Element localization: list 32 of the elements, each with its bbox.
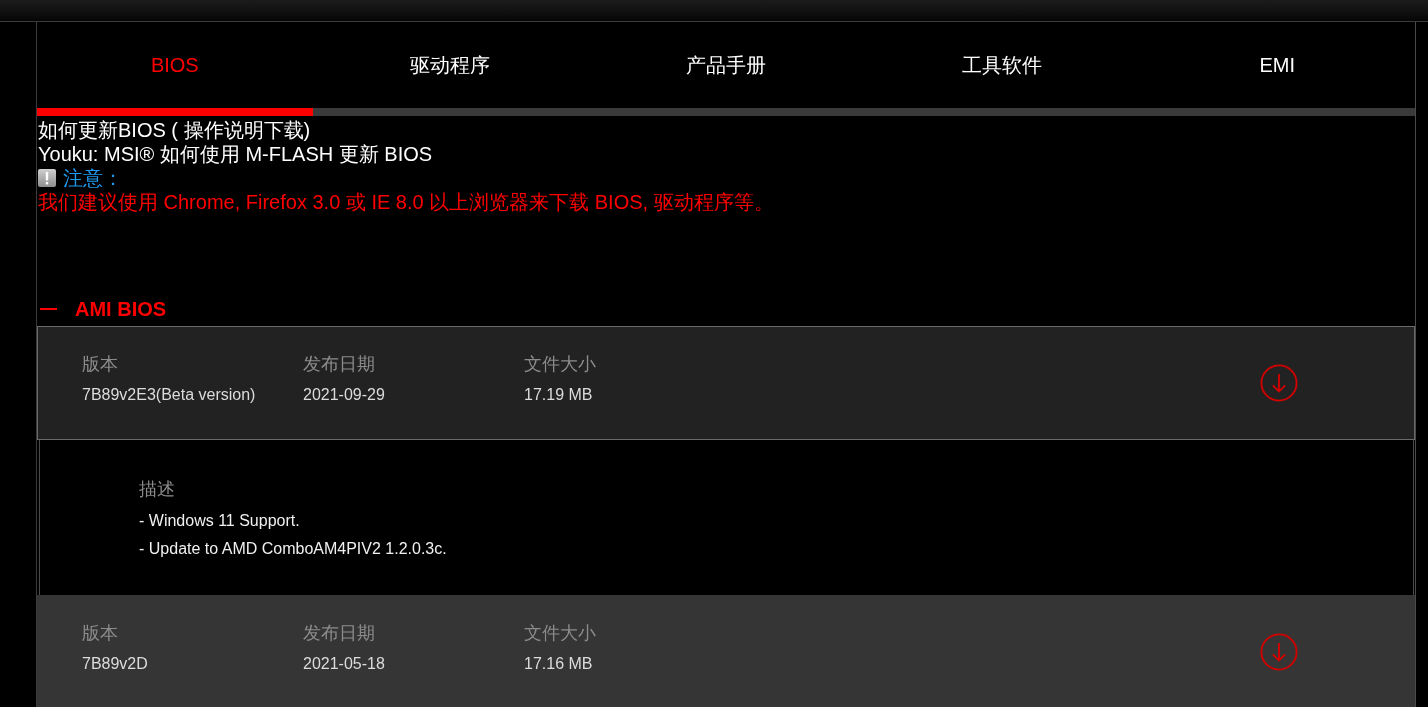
section-title[interactable]: AMI BIOS bbox=[75, 297, 167, 321]
notice-title: 注意： bbox=[63, 166, 123, 190]
help-link[interactable]: 如何更新BIOS ( 操作说明下载) bbox=[38, 118, 311, 142]
warning-icon bbox=[38, 169, 56, 187]
help-link[interactable]: Youku: MSI® 如何使用 M-FLASH 更新 BIOS bbox=[38, 142, 433, 166]
download-button[interactable] bbox=[1260, 364, 1298, 402]
download-button[interactable] bbox=[1260, 633, 1298, 671]
tab[interactable]: 工具软件 bbox=[863, 22, 1140, 108]
field-label: 版本 bbox=[82, 353, 118, 376]
field-label: 文件大小 bbox=[524, 353, 596, 376]
download-icon bbox=[1260, 364, 1298, 402]
description-line: - Update to AMD ComboAM4PIV2 1.2.0.3c. bbox=[139, 539, 447, 559]
download-icon bbox=[1260, 633, 1298, 671]
field-label: 发布日期 bbox=[303, 353, 375, 376]
field-value: 2021-05-18 bbox=[303, 654, 385, 674]
field-value: 7B89v2E3(Beta version) bbox=[82, 385, 256, 405]
tab[interactable]: 产品手册 bbox=[588, 22, 864, 108]
notice-text: 我们建议使用 Chrome, Firefox 3.0 或 IE 8.0 以上浏览器来下载 BIOS, 驱动程序等。 bbox=[38, 190, 774, 214]
bios-entry-card[interactable]: 版本 7B89v2E3(Beta version) 发布日期 2021-09-29 文件大小 17.19 MB bbox=[37, 326, 1415, 440]
description-label: 描述 bbox=[139, 478, 175, 501]
tab[interactable]: EMI bbox=[1139, 22, 1415, 108]
tab[interactable]: BIOS bbox=[37, 22, 313, 108]
field-label: 文件大小 bbox=[524, 622, 596, 645]
field-value: 2021-09-29 bbox=[303, 385, 385, 405]
field-value: 17.19 MB bbox=[524, 385, 593, 405]
field-value: 7B89v2D bbox=[82, 654, 148, 674]
field-label: 版本 bbox=[82, 622, 118, 645]
tab[interactable]: 驱动程序 bbox=[312, 22, 589, 108]
bios-entry-card[interactable]: 版本 7B89v2D 发布日期 2021-05-18 文件大小 17.16 MB bbox=[37, 595, 1415, 707]
field-label: 发布日期 bbox=[303, 622, 375, 645]
description-line: - Windows 11 Support. bbox=[139, 511, 300, 531]
field-value: 17.16 MB bbox=[524, 654, 593, 674]
